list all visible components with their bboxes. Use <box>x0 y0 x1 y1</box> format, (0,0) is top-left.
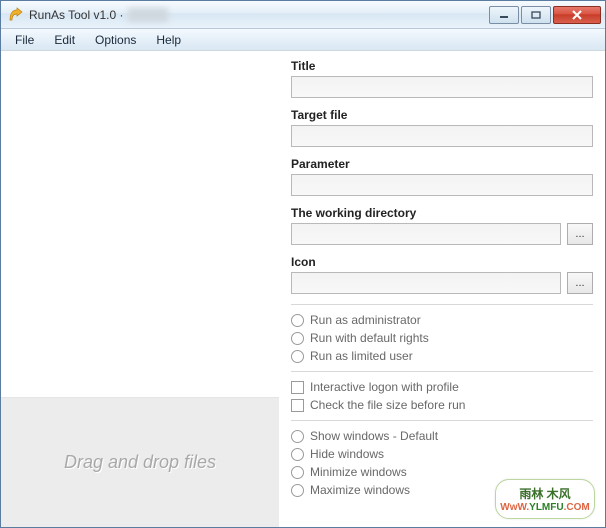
label-title: Title <box>291 59 593 73</box>
radio-label: Run with default rights <box>310 331 429 345</box>
radio-label: Run as limited user <box>310 349 413 363</box>
watermark-text: 雨林 木风 <box>519 485 570 502</box>
icon-input[interactable] <box>291 272 561 294</box>
radio-icon <box>291 350 304 363</box>
radio-icon <box>291 430 304 443</box>
radio-show-windows[interactable]: Show windows - Default <box>291 429 593 443</box>
radio-icon <box>291 448 304 461</box>
watermark-badge: 雨林 木风 WwW.YLMFU.COM <box>495 479 595 519</box>
radio-icon <box>291 466 304 479</box>
label-workdir: The working directory <box>291 206 593 220</box>
app-icon <box>7 7 23 23</box>
working-directory-input[interactable] <box>291 223 561 245</box>
drop-zone-label: Drag and drop files <box>64 452 216 473</box>
separator-1 <box>291 304 593 305</box>
menu-bar: File Edit Options Help <box>1 29 605 51</box>
radio-label: Hide windows <box>310 447 384 461</box>
checkbox-label: Interactive logon with profile <box>310 380 459 394</box>
title-obscured-text <box>128 8 168 22</box>
check-interactive-logon[interactable]: Interactive logon with profile <box>291 380 593 394</box>
label-target: Target file <box>291 108 593 122</box>
separator-3 <box>291 420 593 421</box>
radio-icon <box>291 314 304 327</box>
window-title: RunAs Tool v1.0 · <box>29 8 124 22</box>
radio-minimize-windows[interactable]: Minimize windows <box>291 465 593 479</box>
menu-edit[interactable]: Edit <box>44 31 85 49</box>
maximize-button[interactable] <box>521 6 551 24</box>
close-button[interactable] <box>553 6 601 24</box>
radio-run-admin[interactable]: Run as administrator <box>291 313 593 327</box>
left-pane: Drag and drop files <box>1 51 279 527</box>
checkbox-icon <box>291 399 304 412</box>
menu-help[interactable]: Help <box>146 31 191 49</box>
title-bar: RunAs Tool v1.0 · <box>1 1 605 29</box>
parameter-input[interactable] <box>291 174 593 196</box>
radio-label: Run as administrator <box>310 313 421 327</box>
window-controls <box>487 6 601 24</box>
menu-file[interactable]: File <box>5 31 44 49</box>
menu-options[interactable]: Options <box>85 31 146 49</box>
browse-icon-button[interactable]: ... <box>567 272 593 294</box>
content-area: Drag and drop files Title Target file Pa… <box>1 51 605 527</box>
separator-2 <box>291 371 593 372</box>
check-file-size[interactable]: Check the file size before run <box>291 398 593 412</box>
radio-hide-windows[interactable]: Hide windows <box>291 447 593 461</box>
browse-workdir-button[interactable]: ... <box>567 223 593 245</box>
radio-run-default[interactable]: Run with default rights <box>291 331 593 345</box>
radio-icon <box>291 332 304 345</box>
minimize-button[interactable] <box>489 6 519 24</box>
app-window: RunAs Tool v1.0 · File Edit Options Help… <box>0 0 606 528</box>
radio-icon <box>291 484 304 497</box>
label-parameter: Parameter <box>291 157 593 171</box>
radio-label: Minimize windows <box>310 465 407 479</box>
radio-label: Maximize windows <box>310 483 410 497</box>
drop-zone[interactable]: Drag and drop files <box>1 397 279 527</box>
target-file-input[interactable] <box>291 125 593 147</box>
file-list[interactable] <box>1 51 279 397</box>
radio-run-limited[interactable]: Run as limited user <box>291 349 593 363</box>
radio-label: Show windows - Default <box>310 429 438 443</box>
watermark-url: WwW.YLMFU.COM <box>500 502 589 513</box>
right-pane: Title Target file Parameter The working … <box>279 51 605 527</box>
title-input[interactable] <box>291 76 593 98</box>
checkbox-label: Check the file size before run <box>310 398 465 412</box>
checkbox-icon <box>291 381 304 394</box>
label-icon: Icon <box>291 255 593 269</box>
